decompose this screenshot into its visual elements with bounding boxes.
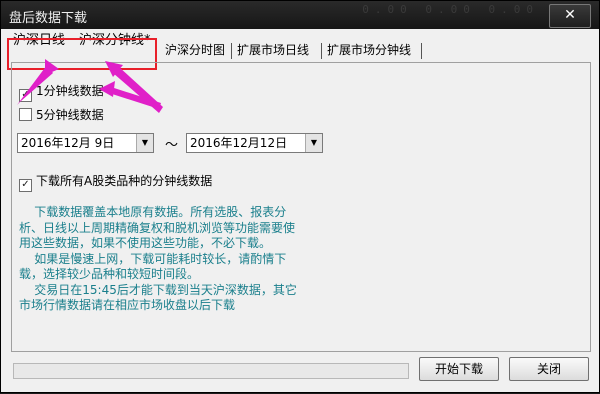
window-close-button[interactable]: ✕ [549,4,591,28]
option-all-a-shares-label: 下载所有A股类品种的分钟线数据 [36,174,213,188]
end-date-value: 2016年12月12日 [190,136,288,150]
tab-ext-daily[interactable]: 扩展市场日线 [237,41,309,61]
end-date-picker[interactable]: 2016年12月12日 ▼ [186,133,323,153]
option-5min[interactable]: 5分钟线数据 [19,107,104,123]
tab-divider [321,43,322,59]
tab-divider [231,43,232,59]
start-download-button[interactable]: 开始下载 [419,357,499,381]
dropdown-arrow-icon[interactable]: ▼ [136,134,153,152]
dialog-body: 沪深日线 沪深分钟线* 沪深分时图 扩展市场日线 扩展市场分钟线 ✓ 1分钟线数据… [3,29,597,392]
tab-sh-sz-intraday[interactable]: 沪深分时图 [165,41,225,61]
download-description: 下载数据覆盖本地原有数据。所有选股、报表分 析、日线以上周期精确复权和脱机浏览等… [19,205,297,312]
dropdown-arrow-icon[interactable]: ▼ [305,134,322,152]
tab-ext-minute[interactable]: 扩展市场分钟线 [327,41,411,61]
download-progress-bar [13,363,409,379]
option-1min-label: 1分钟线数据 [36,84,104,98]
checkbox-empty[interactable] [19,108,32,121]
start-date-value: 2016年12月 9日 [21,136,115,150]
download-dialog: 0.00 0.00 0.00 盘后数据下载 ✕ 沪深日线 沪深分钟线* 沪深分时… [0,0,600,393]
option-1min[interactable]: ✓ 1分钟线数据 [19,83,104,102]
tab-divider [421,43,422,59]
close-button[interactable]: 关闭 [509,357,589,381]
option-all-a-shares[interactable]: ✓ 下载所有A股类品种的分钟线数据 [19,173,213,192]
start-date-picker[interactable]: 2016年12月 9日 ▼ [17,133,154,153]
date-range-separator: ～ [165,138,179,153]
option-5min-label: 5分钟线数据 [36,108,104,122]
checkmark-icon[interactable]: ✓ [19,89,32,102]
window-title: 盘后数据下载 [9,11,88,26]
checkmark-icon[interactable]: ✓ [19,179,32,192]
title-bar[interactable]: 0.00 0.00 0.00 盘后数据下载 ✕ [1,1,599,29]
background-market-digits: 0.00 0.00 0.00 [362,3,539,16]
